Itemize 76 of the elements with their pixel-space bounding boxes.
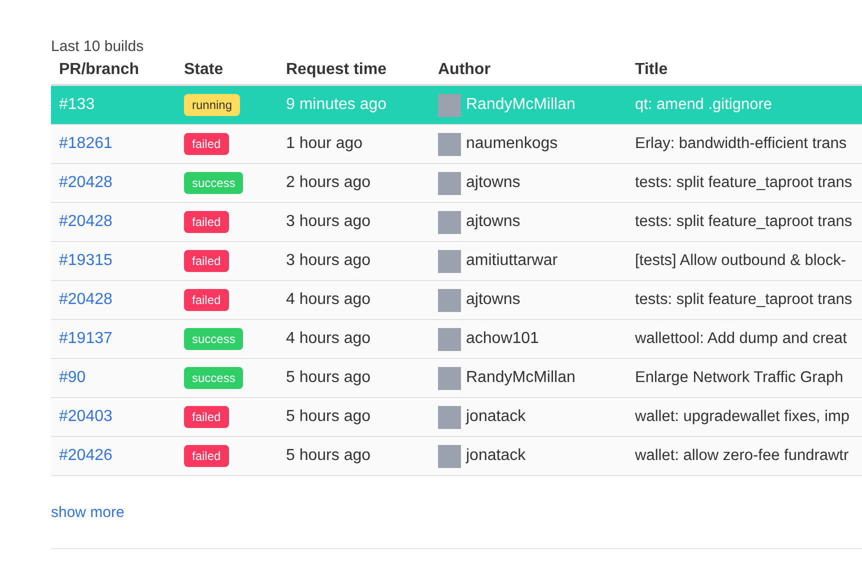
build-title: [tests] Allow outbound & block- [634, 252, 848, 270]
avatar-image [438, 132, 461, 156]
build-title: wallet: upgradewallet fixes, imp [634, 408, 851, 426]
table-row[interactable]: #19315 failed 3 hours ago amitiuttarwar [tests] Allow outbound & block- [51, 242, 862, 281]
request-time: 3 hours ago [285, 213, 372, 231]
show-more-link[interactable]: show more [51, 504, 124, 521]
author-name: ajtowns [466, 291, 520, 309]
state-badge: failed [184, 250, 229, 272]
request-time: 3 hours ago [285, 252, 372, 270]
table-row[interactable]: #20428 failed 3 hours ago ajtowns tests: split feature_taproot trans [51, 203, 862, 242]
table-row[interactable]: #20403 failed 5 hours ago jonatack wallet: upgradewallet fixes, imp [51, 398, 862, 437]
author-name: RandyMcMillan [466, 369, 576, 387]
state-badge: success [184, 328, 244, 350]
state-badge: failed [184, 133, 229, 155]
state-badge: failed [184, 211, 229, 233]
column-header: State [183, 61, 224, 80]
state-badge: running [184, 94, 240, 116]
avatar-image [438, 210, 461, 234]
column-header: Title [634, 61, 669, 80]
build-title: Erlay: bandwidth-efficient trans [634, 135, 848, 153]
state-badge: failed [184, 406, 229, 428]
avatar-image [438, 328, 461, 350]
avatar-image [438, 366, 461, 390]
build-title: tests: split feature_taproot trans [634, 291, 854, 309]
avatar-image [438, 406, 461, 428]
request-time: 2 hours ago [285, 174, 372, 192]
author-name: jonatack [466, 408, 526, 426]
pr-link[interactable]: #20428 [51, 291, 112, 309]
table-row[interactable]: #20428 failed 4 hours ago ajtowns tests: split feature_taproot trans [51, 281, 862, 320]
column-header: PR/branch [58, 61, 140, 80]
author-name: RandyMcMillan [466, 96, 576, 114]
avatar-image [438, 444, 461, 468]
build-title: Enlarge Network Traffic Graph [634, 369, 844, 387]
request-time: 5 hours ago [285, 408, 372, 426]
table-row[interactable]: #90 success 5 hours ago RandyMcMillan Enlarge Network Traffic Graph [51, 359, 862, 398]
avatar-image [438, 250, 461, 272]
request-time: 5 hours ago [285, 369, 372, 387]
request-time: 1 hour ago [285, 135, 364, 153]
table-row[interactable]: #133 running 9 minutes ago RandyMcMillan qt: amend .gitignore [51, 86, 862, 125]
avatar-image [438, 288, 461, 312]
table-row[interactable]: #18261 failed 1 hour ago naumenkogs Erlay: bandwidth-efficient trans [51, 125, 862, 164]
request-time: 5 hours ago [285, 447, 372, 465]
build-title: wallet: allow zero-fee fundrawtr [634, 447, 850, 465]
pr-link[interactable]: #90 [51, 369, 86, 387]
state-badge: failed [184, 445, 229, 467]
request-time: 9 minutes ago [285, 96, 388, 114]
author-name: amitiuttarwar [466, 252, 558, 270]
pr-link[interactable]: #20428 [51, 213, 112, 231]
author-name: ajtowns [466, 174, 520, 192]
table-row[interactable]: #20428 success 2 hours ago ajtowns tests: split feature_taproot trans [51, 164, 862, 203]
state-badge: failed [184, 289, 229, 311]
pr-link[interactable]: #20403 [51, 408, 112, 426]
author-name: ajtowns [466, 213, 520, 231]
pr-link[interactable]: #20426 [51, 447, 112, 465]
build-title: tests: split feature_taproot trans [634, 174, 854, 192]
column-header: Author [437, 61, 492, 80]
table-caption: Last 10 builds [51, 38, 144, 55]
avatar-image [438, 172, 461, 194]
build-title: qt: amend .gitignore [634, 96, 774, 114]
request-time: 4 hours ago [285, 291, 372, 309]
author-name: jonatack [466, 447, 526, 465]
pr-link[interactable]: #20428 [51, 174, 112, 192]
state-badge: success [184, 367, 244, 389]
state-badge: success [184, 172, 244, 194]
table-row[interactable]: #20426 failed 5 hours ago jonatack wallet: allow zero-fee fundrawtr [51, 437, 862, 476]
build-title: wallettool: Add dump and creat [634, 330, 848, 348]
pr-link[interactable]: #18261 [51, 135, 112, 153]
build-title: tests: split feature_taproot trans [634, 213, 854, 231]
avatar-image [438, 94, 461, 116]
table-row[interactable]: #19137 success 4 hours ago achow101 wallettool: Add dump and creat [51, 320, 862, 359]
author-name: naumenkogs [466, 135, 558, 153]
author-name: achow101 [466, 330, 539, 348]
pr-link[interactable]: #19315 [51, 252, 112, 270]
column-header: Request time [285, 61, 388, 80]
pr-link[interactable]: #19137 [51, 330, 112, 348]
request-time: 4 hours ago [285, 330, 372, 348]
